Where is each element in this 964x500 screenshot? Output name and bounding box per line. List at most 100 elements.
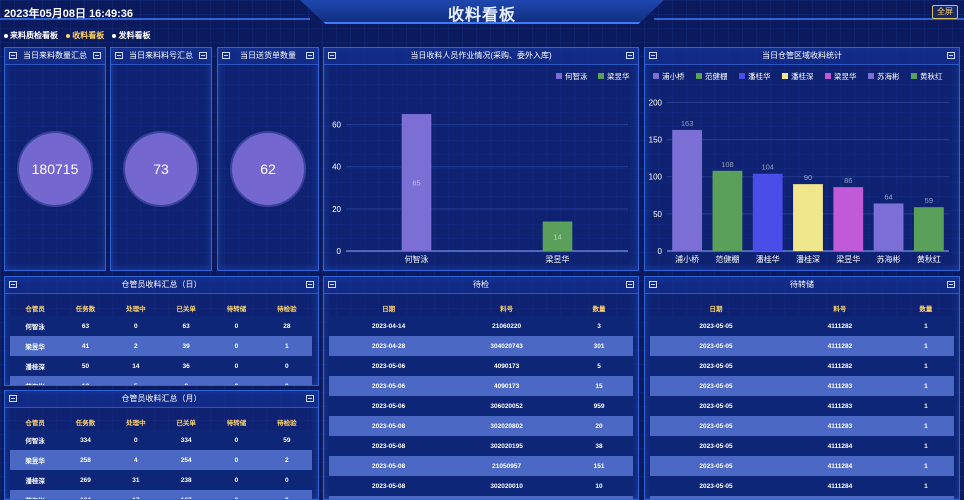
table-cell: 3 xyxy=(565,316,633,336)
column-header: 仓管员 xyxy=(25,420,45,427)
legend-label: 苏海彬 xyxy=(877,71,900,81)
table-cell: 0 xyxy=(211,336,262,356)
y-tick-label: 50 xyxy=(653,210,662,219)
fullscreen-button[interactable]: 全屏 xyxy=(932,5,958,19)
table-cell: 0 xyxy=(211,490,262,499)
table-cell: 15 xyxy=(565,376,633,396)
table-cell: 2023-05-06 xyxy=(329,356,449,376)
table-row[interactable]: 何智泳 334 0 334 0 59 xyxy=(10,430,312,450)
legend-swatch xyxy=(653,73,659,79)
table-row[interactable]: 2023-04-28 304020743 301 xyxy=(329,336,633,356)
table-row[interactable]: 2023-05-05 4111284 1 xyxy=(650,436,954,456)
table-cell: 0 xyxy=(110,316,161,336)
table-cell: 2023-05-08 xyxy=(329,456,449,476)
table-cell: 63 xyxy=(60,316,111,336)
table-row[interactable]: 2023-05-08 302020195 38 xyxy=(329,436,633,456)
table-row[interactable]: 2023-05-08 302020010 10 xyxy=(329,476,633,496)
table-row[interactable]: 2023-05-05 4111283 1 xyxy=(650,376,954,396)
summary-panel-parts: 当日来料料号汇总 73 xyxy=(110,47,212,271)
table-row[interactable]: 2023-05-05 4111284 1 xyxy=(650,476,954,496)
table-row[interactable]: 苏海彬1241710700 xyxy=(10,490,312,499)
bullet-icon xyxy=(112,33,117,38)
legend-label: 范健棚 xyxy=(705,71,728,81)
panel-title: 当日收料人员作业情况(采购、委外入库) xyxy=(410,51,552,60)
table-cell: 2023-05-05 xyxy=(650,336,783,356)
table-header-row: 仓管员 任务数 处理中 已关单 待转储 待检验 xyxy=(10,300,312,316)
table-row[interactable]: 梁昱华 258 4 254 0 2 xyxy=(10,450,312,470)
summary-panel-delivery: 当日送货单数量 62 xyxy=(217,47,319,271)
table-cell: 1 xyxy=(897,376,954,396)
table-cell: 4111283 xyxy=(782,376,898,396)
table-row[interactable]: 2023-04-14 21060220 3 xyxy=(329,316,633,336)
table-row[interactable]: 2023-05-06 4090173 15 xyxy=(329,376,633,396)
header-divider-right xyxy=(654,18,964,20)
table-row[interactable]: 2023-05-05 4111282 1 xyxy=(650,316,954,336)
table-cell: 21050957 xyxy=(448,456,566,476)
table-row[interactable]: 潘桂深 269 31 238 0 0 xyxy=(10,470,312,490)
table-cell: 2023-05-08 xyxy=(329,496,449,499)
table-cell: 2023-05-05 xyxy=(650,396,783,416)
table-cell: 2023-05-05 xyxy=(650,356,783,376)
x-tick-label: 何智泳 xyxy=(405,254,429,264)
x-tick-label: 潘桂华 xyxy=(756,254,780,264)
panel-title: 仓管员收料汇总（日） xyxy=(121,280,202,289)
table-row[interactable]: 2023-05-0831101007910000 xyxy=(329,496,633,499)
table-row[interactable]: 2023-05-05 4111283 1 xyxy=(650,416,954,436)
table-row[interactable]: 梁昱华 41 2 39 0 1 xyxy=(10,336,312,356)
tab-issuing[interactable]: 发料看板 xyxy=(112,30,150,41)
table-cell: 4090173 xyxy=(448,356,566,376)
table-cell: 63 xyxy=(160,316,212,336)
panel-title: 当日仓管区域收料统计 xyxy=(762,51,842,60)
pending-inspection-panel: 待检 日期 料号 数量 2023-04-14 21060220 3 2023-04-28 30… xyxy=(323,276,639,500)
column-header: 仓管员 xyxy=(25,306,45,313)
table-cell: 31 xyxy=(110,470,161,490)
daily-summary-panel: 仓管员收料汇总（日） 仓管员 任务数 处理中 已关单 待转储 待检验 何智泳 63 0 63 0 28… xyxy=(4,276,319,386)
table-row[interactable]: 2023-05-052108003410 xyxy=(650,496,954,499)
legend-label: 黄秋红 xyxy=(920,71,943,81)
page-title: 收料看板 xyxy=(447,7,516,24)
table-cell: 59 xyxy=(261,430,312,450)
operator-chart-panel: 当日收料人员作业情况(采购、委外入库) 0 20 40 60 65 何智泳 14 梁昱华 何智泳… xyxy=(323,47,639,271)
column-header: 任务数 xyxy=(75,306,96,313)
table-row[interactable]: 2023-05-08 21050957 151 xyxy=(329,456,633,476)
table-row[interactable]: 2023-05-05 4111284 1 xyxy=(650,456,954,476)
table-row[interactable]: 2023-05-05 4111282 1 xyxy=(650,336,954,356)
bar xyxy=(873,203,904,251)
panel-title: 待检 xyxy=(473,280,489,289)
legend-label: 潘桂华 xyxy=(748,71,771,81)
table-cell: 0 xyxy=(110,430,161,450)
table-cell: 0 xyxy=(261,490,312,499)
table-cell: 2023-05-05 xyxy=(650,436,783,456)
table-cell: 301 xyxy=(565,336,633,356)
table-row[interactable]: 苏海彬135800 xyxy=(10,376,312,385)
table-row[interactable]: 2023-05-06 306020052 959 xyxy=(329,396,633,416)
grid-icon xyxy=(306,281,314,288)
grid-icon xyxy=(947,52,955,59)
bar xyxy=(913,207,944,251)
table-cell: 4111282 xyxy=(782,356,898,376)
pending-inspection-table: 日期 料号 数量 2023-04-14 21060220 3 2023-04-28 30402… xyxy=(329,300,633,499)
table-cell: 0 xyxy=(261,470,312,490)
data-label: 90 xyxy=(804,173,812,182)
panel-title: 当日来料料号汇总 xyxy=(129,51,193,60)
table-row[interactable]: 何智泳 63 0 63 0 28 xyxy=(10,316,312,336)
table-row[interactable]: 2023-05-05 4111283 1 xyxy=(650,396,954,416)
panel-header: 当日来料数量汇总 xyxy=(5,48,105,65)
table-cell: 5 xyxy=(565,356,633,376)
tab-receiving[interactable]: 收料看板 xyxy=(66,30,104,41)
table-cell: 2023-05-08 xyxy=(329,416,449,436)
legend-swatch xyxy=(825,73,831,79)
table-cell: 潘桂深 xyxy=(10,356,61,376)
table-cell: 2023-05-06 xyxy=(329,396,449,416)
table-cell: 4111283 xyxy=(782,396,898,416)
table-cell: 21080034 xyxy=(782,496,898,499)
table-cell: 0 xyxy=(261,356,312,376)
tab-incoming-qc[interactable]: 来料质检看板 xyxy=(4,30,58,41)
table-cell: 238 xyxy=(160,470,212,490)
table-row[interactable]: 2023-05-08 302020802 20 xyxy=(329,416,633,436)
x-tick-label: 浦小桥 xyxy=(675,254,699,264)
x-tick-label: 潘桂深 xyxy=(796,254,820,264)
table-row[interactable]: 2023-05-06 4090173 5 xyxy=(329,356,633,376)
table-row[interactable]: 2023-05-05 4111282 1 xyxy=(650,356,954,376)
table-row[interactable]: 潘桂深 50 14 36 0 0 xyxy=(10,356,312,376)
